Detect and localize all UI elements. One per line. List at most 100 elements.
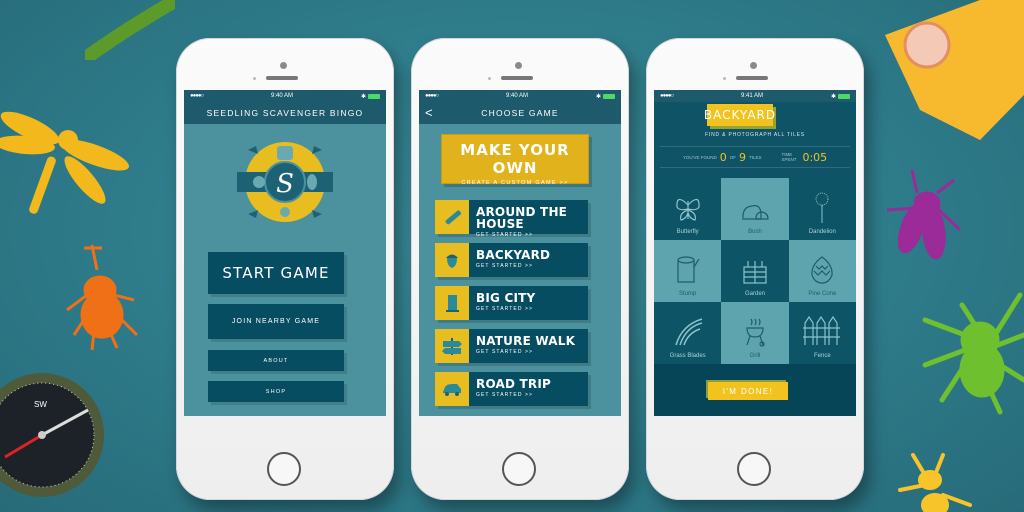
home-screen: ●●●●○ 9:40 AM ✱ SEEDLING SCAVENGER BINGO… <box>184 90 386 416</box>
time-spent-value: 0:05 <box>802 150 828 164</box>
status-bar: ●●●●○ 9:40 AM ✱ <box>184 90 386 102</box>
category-road-trip[interactable]: ROAD TRIP GET STARTED >> <box>435 372 588 406</box>
category-cta: GET STARTED >> <box>476 392 534 398</box>
im-done-button[interactable]: I'M DONE! <box>708 382 788 400</box>
category-name: ROAD TRIP <box>476 377 552 391</box>
garden-icon <box>743 261 767 284</box>
found-count: 0 <box>719 150 727 164</box>
of-label: OF <box>729 154 736 160</box>
bingo-board-screen: ●●●●○ 9:41 AM ✱ BACKYARD FIND & PHOTOGRA… <box>654 90 856 416</box>
butterfly-icon <box>676 198 700 221</box>
tile-dandelion[interactable]: Dandelion <box>788 178 856 240</box>
app-title-bar: SEEDLING SCAVENGER BINGO <box>184 102 386 124</box>
comb-icon <box>435 200 469 234</box>
sensor <box>253 77 256 80</box>
shop-button[interactable]: SHOP <box>208 381 344 402</box>
svg-text:S: S <box>276 169 294 199</box>
category-cta: GET STARTED >> <box>476 263 534 269</box>
category-name: NATURE WALK <box>476 334 576 348</box>
phone-home-screen: ●●●●○ 9:40 AM ✱ SEEDLING SCAVENGER BINGO… <box>176 38 394 500</box>
category-name: BACKYARD <box>476 248 551 262</box>
tile-stump[interactable]: Stump <box>654 240 722 302</box>
category-around-the-house[interactable]: AROUND THE HOUSE GET STARTED >> <box>435 200 588 238</box>
start-game-label: START GAME <box>222 264 330 282</box>
battery-icon <box>602 93 615 99</box>
tile-butterfly[interactable]: Butterfly <box>654 178 722 240</box>
signal-icon: ●●●●○ <box>190 93 204 99</box>
caterpillar-toy <box>83 0 180 62</box>
status-time: 9:41 AM <box>741 93 764 99</box>
make-your-own-title: MAKE YOUR OWN <box>460 141 570 177</box>
tile-bush[interactable]: Bush <box>721 178 789 240</box>
tile-label: Garden <box>744 291 765 297</box>
back-chevron-icon[interactable]: < <box>425 105 434 120</box>
battery-area: ✱ <box>831 93 850 100</box>
signal-icon: ●●●●○ <box>425 93 439 99</box>
phone-backyard-board-screen: ●●●●○ 9:41 AM ✱ BACKYARD FIND & PHOTOGRA… <box>646 38 864 500</box>
tile-label: Stump <box>678 291 697 297</box>
category-backyard[interactable]: BACKYARD GET STARTED >> <box>435 243 588 277</box>
choose-game-screen: ●●●●○ 9:40 AM ✱ < CHOOSE GAME MAKE YOUR … <box>419 90 621 416</box>
magnifier-toy <box>880 0 1024 145</box>
battery-area: ✱ <box>361 93 380 100</box>
grill-icon <box>746 318 765 347</box>
tile-fence[interactable]: Fence <box>788 302 856 364</box>
stump-icon <box>677 256 700 283</box>
bluetooth-icon: ✱ <box>360 93 366 100</box>
start-game-button[interactable]: START GAME <box>208 252 344 294</box>
category-nature-walk[interactable]: NATURE WALK GET STARTED >> <box>435 329 588 363</box>
status-time: 9:40 AM <box>271 93 294 99</box>
compass-toy: SW <box>0 365 120 512</box>
tile-grill[interactable]: Grill <box>721 302 789 364</box>
earpiece-speaker <box>501 76 533 80</box>
phone-choose-game-screen: ●●●●○ 9:40 AM ✱ < CHOOSE GAME MAKE YOUR … <box>411 38 629 500</box>
beetle-toy <box>62 240 147 355</box>
dandelion-icon <box>815 192 829 223</box>
tile-label: Dandelion <box>808 229 836 235</box>
time-spent-label: TIME SPENT <box>781 152 797 162</box>
about-button[interactable]: ABOUT <box>208 350 344 371</box>
tile-label: Butterfly <box>676 229 699 235</box>
tile-grass-blades[interactable]: Grass Blades <box>654 302 722 364</box>
found-label: YOU'VE FOUND <box>682 154 717 160</box>
make-your-own-button[interactable]: MAKE YOUR OWN CREATE A CUSTOM GAME >> <box>441 134 589 186</box>
tile-label: Grill <box>749 353 761 359</box>
tile-label: Grass Blades <box>669 353 706 359</box>
front-camera <box>750 62 757 69</box>
app-title: SEEDLING SCAVENGER BINGO <box>206 108 364 118</box>
instruction-text: FIND & PHOTOGRAPH ALL TILES <box>705 132 805 138</box>
game-header: BACKYARD FIND & PHOTOGRAPH ALL TILES YOU… <box>654 102 856 178</box>
total-count: 9 <box>738 150 746 164</box>
tiles-label: TILES <box>748 154 762 160</box>
tile-pine-cone[interactable]: Pine Cone <box>788 240 856 302</box>
choose-game-title-bar: < CHOOSE GAME <box>419 102 621 124</box>
progress-stats: YOU'VE FOUND 0 OF 9 TILES TIME SPENT 0:0… <box>660 146 850 168</box>
home-button[interactable] <box>502 452 536 486</box>
earpiece-speaker <box>266 76 298 80</box>
home-button[interactable] <box>737 452 771 486</box>
battery-area: ✱ <box>596 93 615 100</box>
join-nearby-game-label: JOIN NEARBY GAME <box>231 318 321 325</box>
acorn-icon <box>435 243 469 277</box>
status-time: 9:40 AM <box>506 93 529 99</box>
category-cta: GET STARTED >> <box>476 232 534 238</box>
pine-cone-icon <box>811 256 833 284</box>
front-camera <box>515 62 522 69</box>
screen-title: CHOOSE GAME <box>481 108 559 118</box>
tile-label: Bush <box>748 229 762 235</box>
signal-icon: ●●●●○ <box>660 93 674 99</box>
tile-label: Pine Cone <box>808 291 837 297</box>
tile-garden[interactable]: Garden <box>721 240 789 302</box>
join-nearby-game-button[interactable]: JOIN NEARBY GAME <box>208 304 344 339</box>
category-big-city[interactable]: BIG CITY GET STARTED >> <box>435 286 588 320</box>
seedling-crest-logo: S <box>232 132 338 232</box>
fly-toy <box>882 168 962 263</box>
earpiece-speaker <box>736 76 768 80</box>
sensor <box>723 77 726 80</box>
home-button[interactable] <box>267 452 301 486</box>
car-icon <box>435 372 469 406</box>
status-bar: ●●●●○ 9:41 AM ✱ <box>654 90 856 102</box>
status-bar: ●●●●○ 9:40 AM ✱ <box>419 90 621 102</box>
make-your-own-subtitle: CREATE A CUSTOM GAME >> <box>461 180 569 186</box>
front-camera <box>280 62 287 69</box>
